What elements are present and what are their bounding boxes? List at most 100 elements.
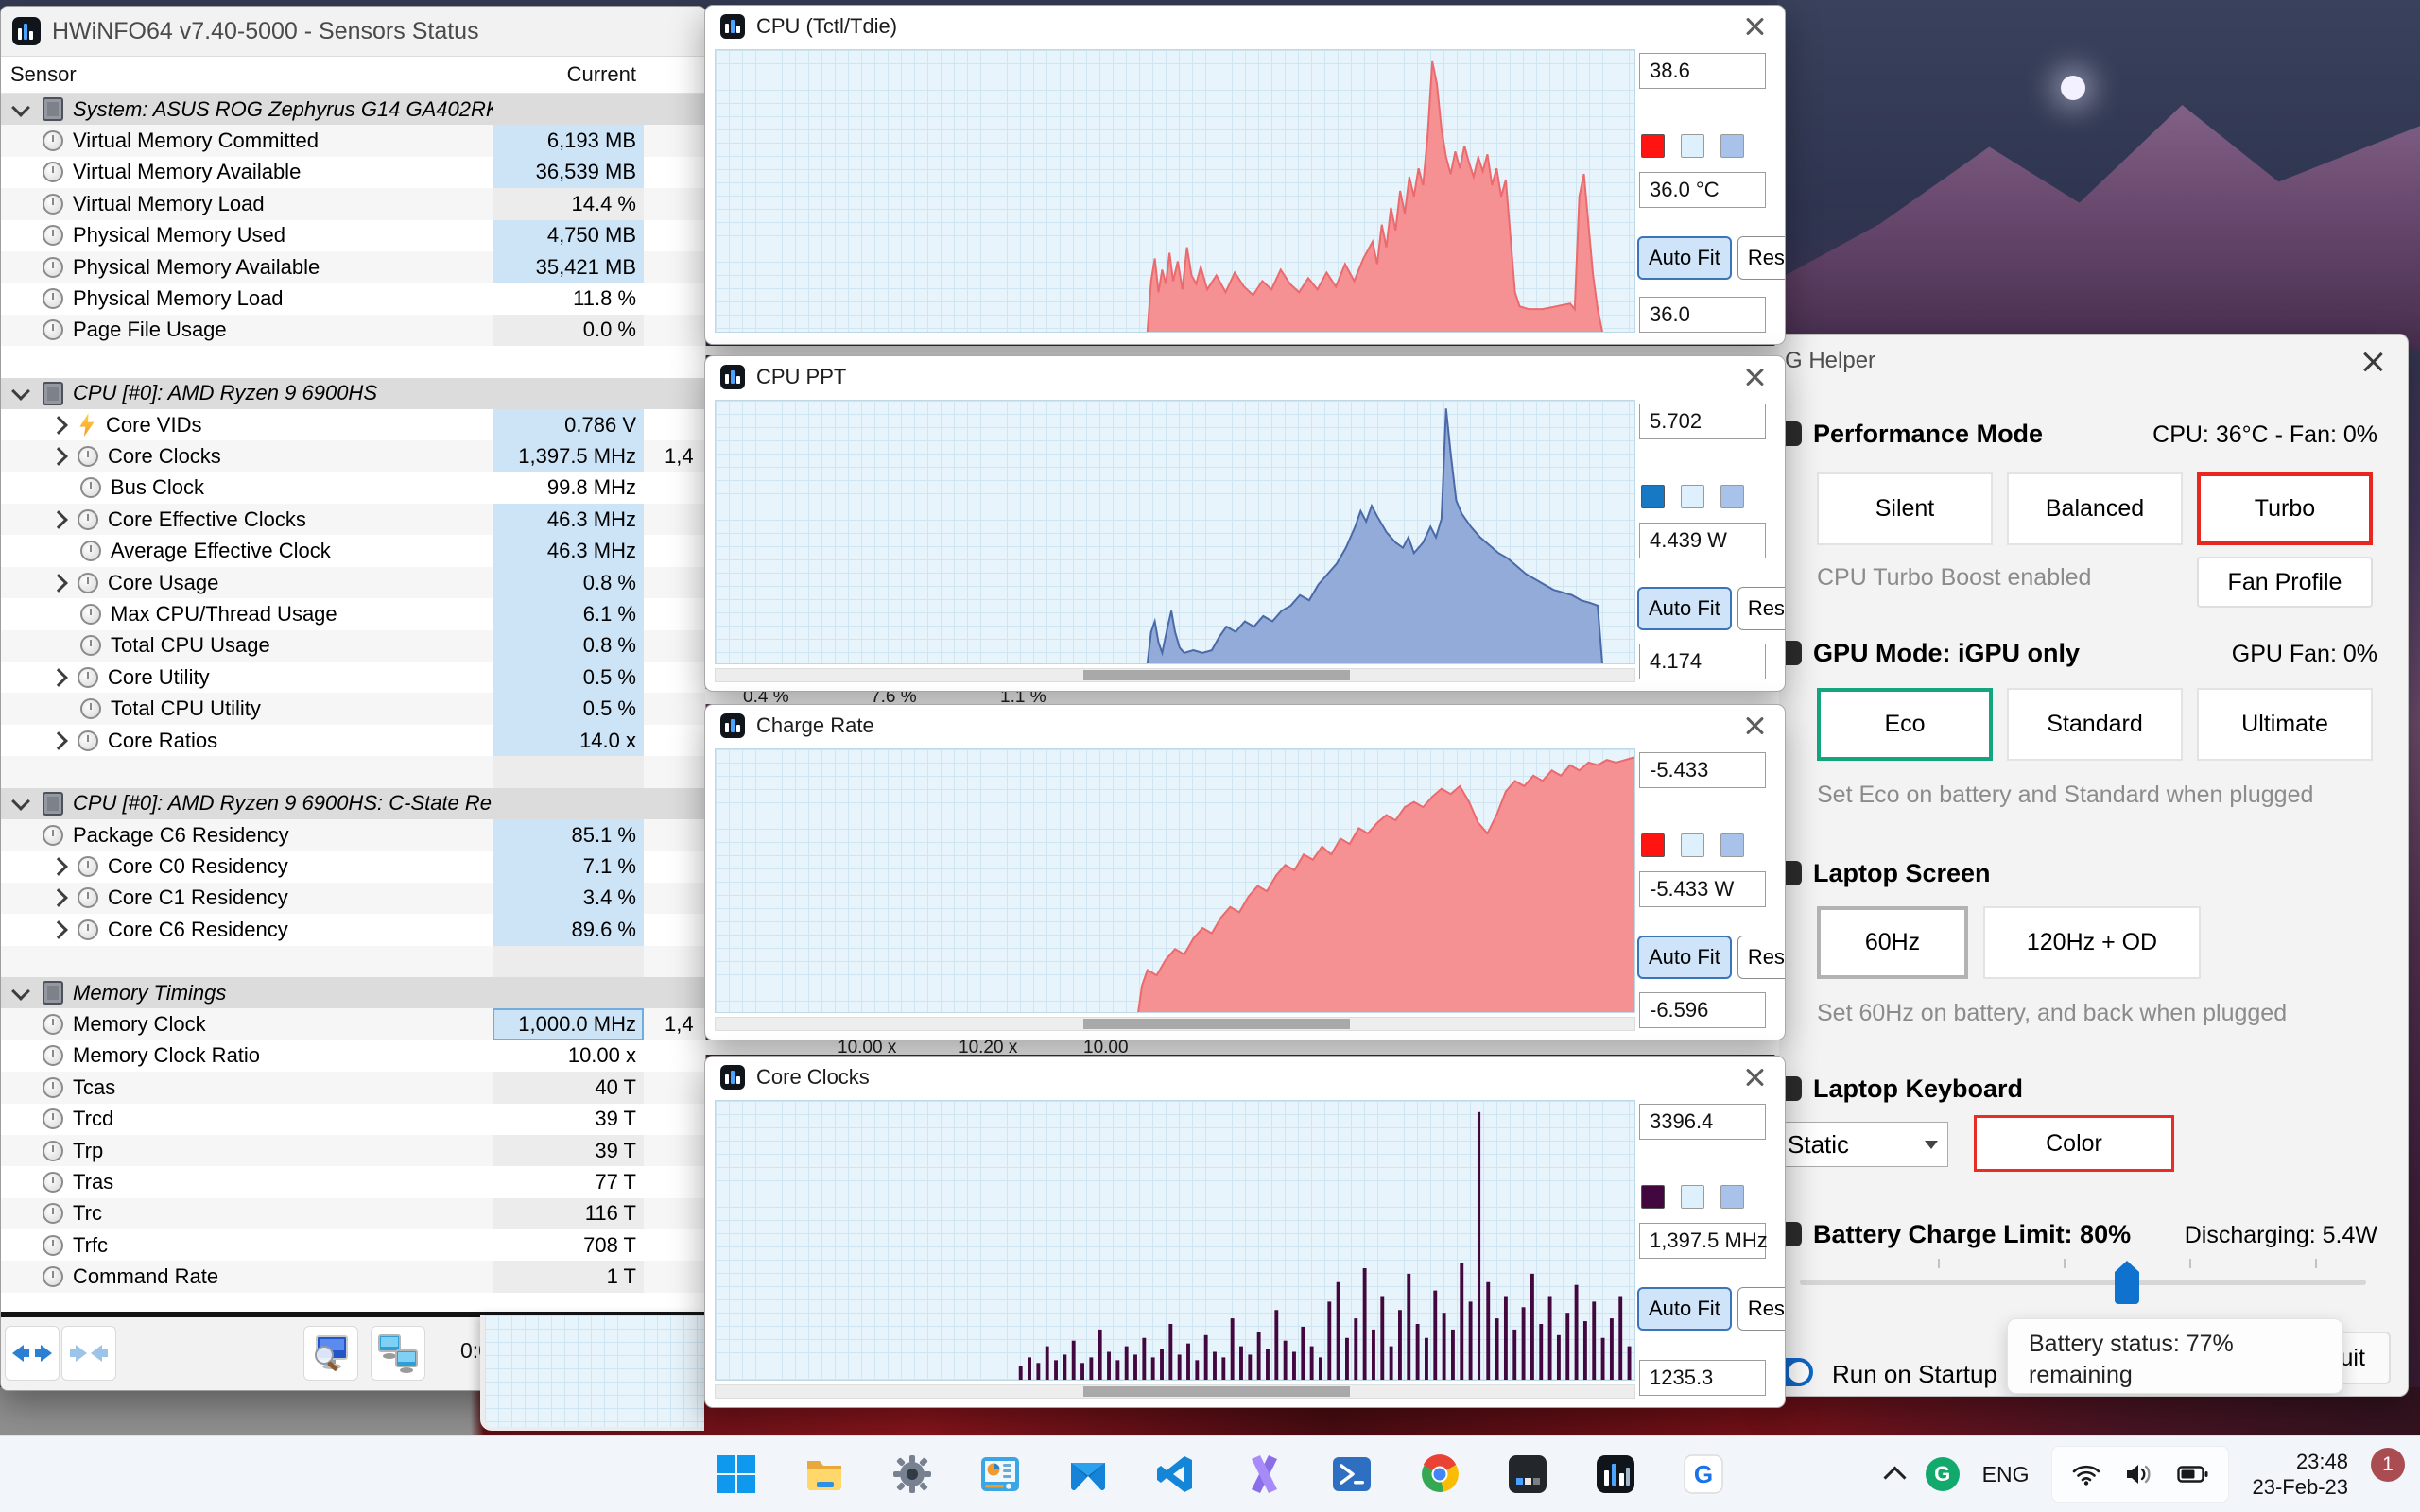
chevron-right-icon[interactable] [49, 667, 68, 687]
hwinfo-titlebar[interactable]: HWiNFO64 v7.40-5000 - Sensors Status [1, 7, 705, 57]
sensor-row[interactable]: Core Clocks 1,397.5 MHz 1,4 [1, 440, 705, 472]
sensor-row[interactable]: Core Usage 0.8 % [1, 566, 705, 599]
sensor-value[interactable]: 14.0 x [493, 724, 644, 757]
sensor-value[interactable]: 0.8 % [493, 629, 644, 662]
grammarly-tray-icon[interactable]: G [1925, 1457, 1960, 1491]
background-color-swatch[interactable] [1681, 1185, 1704, 1209]
sensor-row[interactable]: Trp 39 T [1, 1134, 705, 1167]
sensor-value[interactable]: 0.5 % [493, 662, 644, 694]
background-color-swatch[interactable] [1681, 485, 1704, 508]
sensor-value[interactable]: 46.3 MHz [493, 504, 644, 536]
sensor-row[interactable]: Core Effective Clocks 46.3 MHz [1, 504, 705, 536]
sensor-row[interactable]: Page File Usage 0.0 % [1, 314, 705, 347]
taskbar-monitor-icon[interactable] [956, 1436, 1044, 1512]
collapse-columns-button[interactable] [61, 1326, 116, 1381]
sensor-value[interactable] [493, 787, 644, 819]
sensor-value[interactable]: 0.0 % [493, 314, 644, 347]
sensor-row[interactable]: Core Utility 0.5 % [1, 662, 705, 694]
sensor-value[interactable]: 10.00 x [493, 1040, 644, 1073]
sensor-value[interactable]: 708 T [493, 1229, 644, 1262]
taskbar-vscode-icon[interactable] [1132, 1436, 1219, 1512]
sensor-row[interactable]: Trfc 708 T [1, 1229, 705, 1262]
taskbar-chrome-icon[interactable] [1395, 1436, 1483, 1512]
series-color-swatch[interactable] [1641, 134, 1665, 158]
grid-color-swatch[interactable] [1720, 485, 1744, 508]
close-icon[interactable] [1739, 1062, 1770, 1092]
sensor-value[interactable]: 0.5 % [493, 693, 644, 725]
ultimate-gpu-button[interactable]: Ultimate [2197, 688, 2373, 761]
sensor-row[interactable]: Total CPU Usage 0.8 % [1, 629, 705, 662]
chevron-down-icon[interactable] [11, 97, 30, 117]
sensor-value[interactable]: 1,397.5 MHz [493, 440, 644, 472]
sensor-value[interactable]: 46.3 MHz [493, 535, 644, 567]
tray-overflow-chevron-icon[interactable] [1883, 1465, 1907, 1489]
grid-color-swatch[interactable] [1720, 833, 1744, 857]
reset-button[interactable]: Reset [1737, 1287, 1785, 1331]
sensor-value[interactable] [493, 945, 644, 977]
sensor-value[interactable]: 36,539 MB [493, 156, 644, 189]
chevron-right-icon[interactable] [49, 415, 68, 435]
screen-inspect-button[interactable] [303, 1326, 358, 1381]
sensor-value[interactable]: 1 T [493, 1261, 644, 1293]
sensor-group-row[interactable]: System: ASUS ROG Zephyrus G14 GA402RK_..… [1, 94, 705, 126]
taskbar-darkapp-icon[interactable] [1483, 1436, 1571, 1512]
grid-color-swatch[interactable] [1720, 1185, 1744, 1209]
auto-fit-button[interactable]: Auto Fit [1637, 587, 1732, 630]
sensor-row[interactable]: Tras 77 T [1, 1166, 705, 1198]
background-color-swatch[interactable] [1681, 134, 1704, 158]
sensor-value[interactable]: 1,000.0 MHz [493, 1008, 644, 1040]
reset-button[interactable]: Reset [1737, 587, 1785, 630]
sensor-row[interactable]: Core C6 Residency 89.6 % [1, 914, 705, 946]
taskbar-hwinfo-icon[interactable] [1571, 1436, 1659, 1512]
sensor-value[interactable] [493, 94, 644, 126]
sensor-value[interactable] [493, 976, 644, 1009]
sensor-value[interactable]: 14.4 % [493, 188, 644, 220]
auto-fit-button[interactable]: Auto Fit [1637, 1287, 1732, 1331]
taskbar-mail-icon[interactable] [1044, 1436, 1132, 1512]
sensor-row[interactable]: Memory Clock Ratio 10.00 x [1, 1040, 705, 1073]
scrollbar-thumb[interactable] [1082, 670, 1350, 680]
notification-badge[interactable]: 1 [2371, 1448, 2405, 1482]
horizontal-scrollbar[interactable] [715, 1384, 1635, 1399]
chevron-right-icon[interactable] [49, 509, 68, 529]
sensor-row[interactable]: Bus Clock 99.8 MHz [1, 472, 705, 505]
chevron-right-icon[interactable] [49, 919, 68, 939]
close-icon[interactable] [1739, 11, 1770, 42]
chevron-right-icon[interactable] [49, 447, 68, 466]
language-indicator[interactable]: ENG [1982, 1462, 2030, 1487]
turbo-mode-button[interactable]: Turbo [2197, 472, 2373, 545]
sensor-row[interactable]: Core C0 Residency 7.1 % [1, 850, 705, 883]
start-button[interactable] [692, 1436, 780, 1512]
sensor-value[interactable]: 6.1 % [493, 598, 644, 630]
sensor-group-row[interactable]: CPU [#0]: AMD Ryzen 9 6900HS: C-State Re… [1, 787, 705, 819]
sensor-row[interactable]: Virtual Memory Available 36,539 MB [1, 156, 705, 189]
sensor-row[interactable]: Memory Clock 1,000.0 MHz 1,4 [1, 1008, 705, 1040]
sensor-group-row[interactable]: Memory Timings [1, 976, 705, 1009]
auto-fit-button[interactable]: Auto Fit [1637, 236, 1732, 280]
sensor-value[interactable] [493, 377, 644, 409]
sensor-row[interactable]: Physical Memory Available 35,421 MB [1, 250, 705, 284]
close-icon[interactable] [1739, 362, 1770, 392]
battery-limit-slider[interactable] [1800, 1280, 2366, 1285]
scrollbar-thumb[interactable] [1082, 1019, 1350, 1029]
sensor-row[interactable]: Core C1 Residency 3.4 % [1, 882, 705, 915]
chevron-down-icon[interactable] [11, 792, 30, 812]
sensor-row[interactable]: Average Effective Clock 46.3 MHz [1, 535, 705, 567]
close-icon[interactable] [2357, 346, 2389, 378]
chevron-right-icon[interactable] [49, 730, 68, 750]
chevron-down-icon[interactable] [11, 981, 30, 1001]
sensor-row[interactable]: Trcd 39 T [1, 1103, 705, 1135]
slider-thumb[interactable] [2115, 1261, 2139, 1304]
sensor-value[interactable]: 85.1 % [493, 818, 644, 851]
sensor-row[interactable]: Package C6 Residency 85.1 % [1, 818, 705, 851]
sensor-value[interactable]: 39 T [493, 1134, 644, 1167]
clock[interactable]: 23:48 23-Feb-23 [2252, 1449, 2348, 1500]
horizontal-scrollbar[interactable] [715, 1017, 1635, 1031]
sensor-row[interactable]: Command Rate 1 T [1, 1261, 705, 1293]
sensor-row[interactable]: Physical Memory Load 11.8 % [1, 283, 705, 315]
quick-settings[interactable] [2051, 1446, 2230, 1503]
chevron-right-icon[interactable] [49, 888, 68, 908]
sensor-value[interactable]: 116 T [493, 1197, 644, 1230]
series-color-swatch[interactable] [1641, 485, 1665, 508]
chevron-down-icon[interactable] [11, 382, 30, 402]
